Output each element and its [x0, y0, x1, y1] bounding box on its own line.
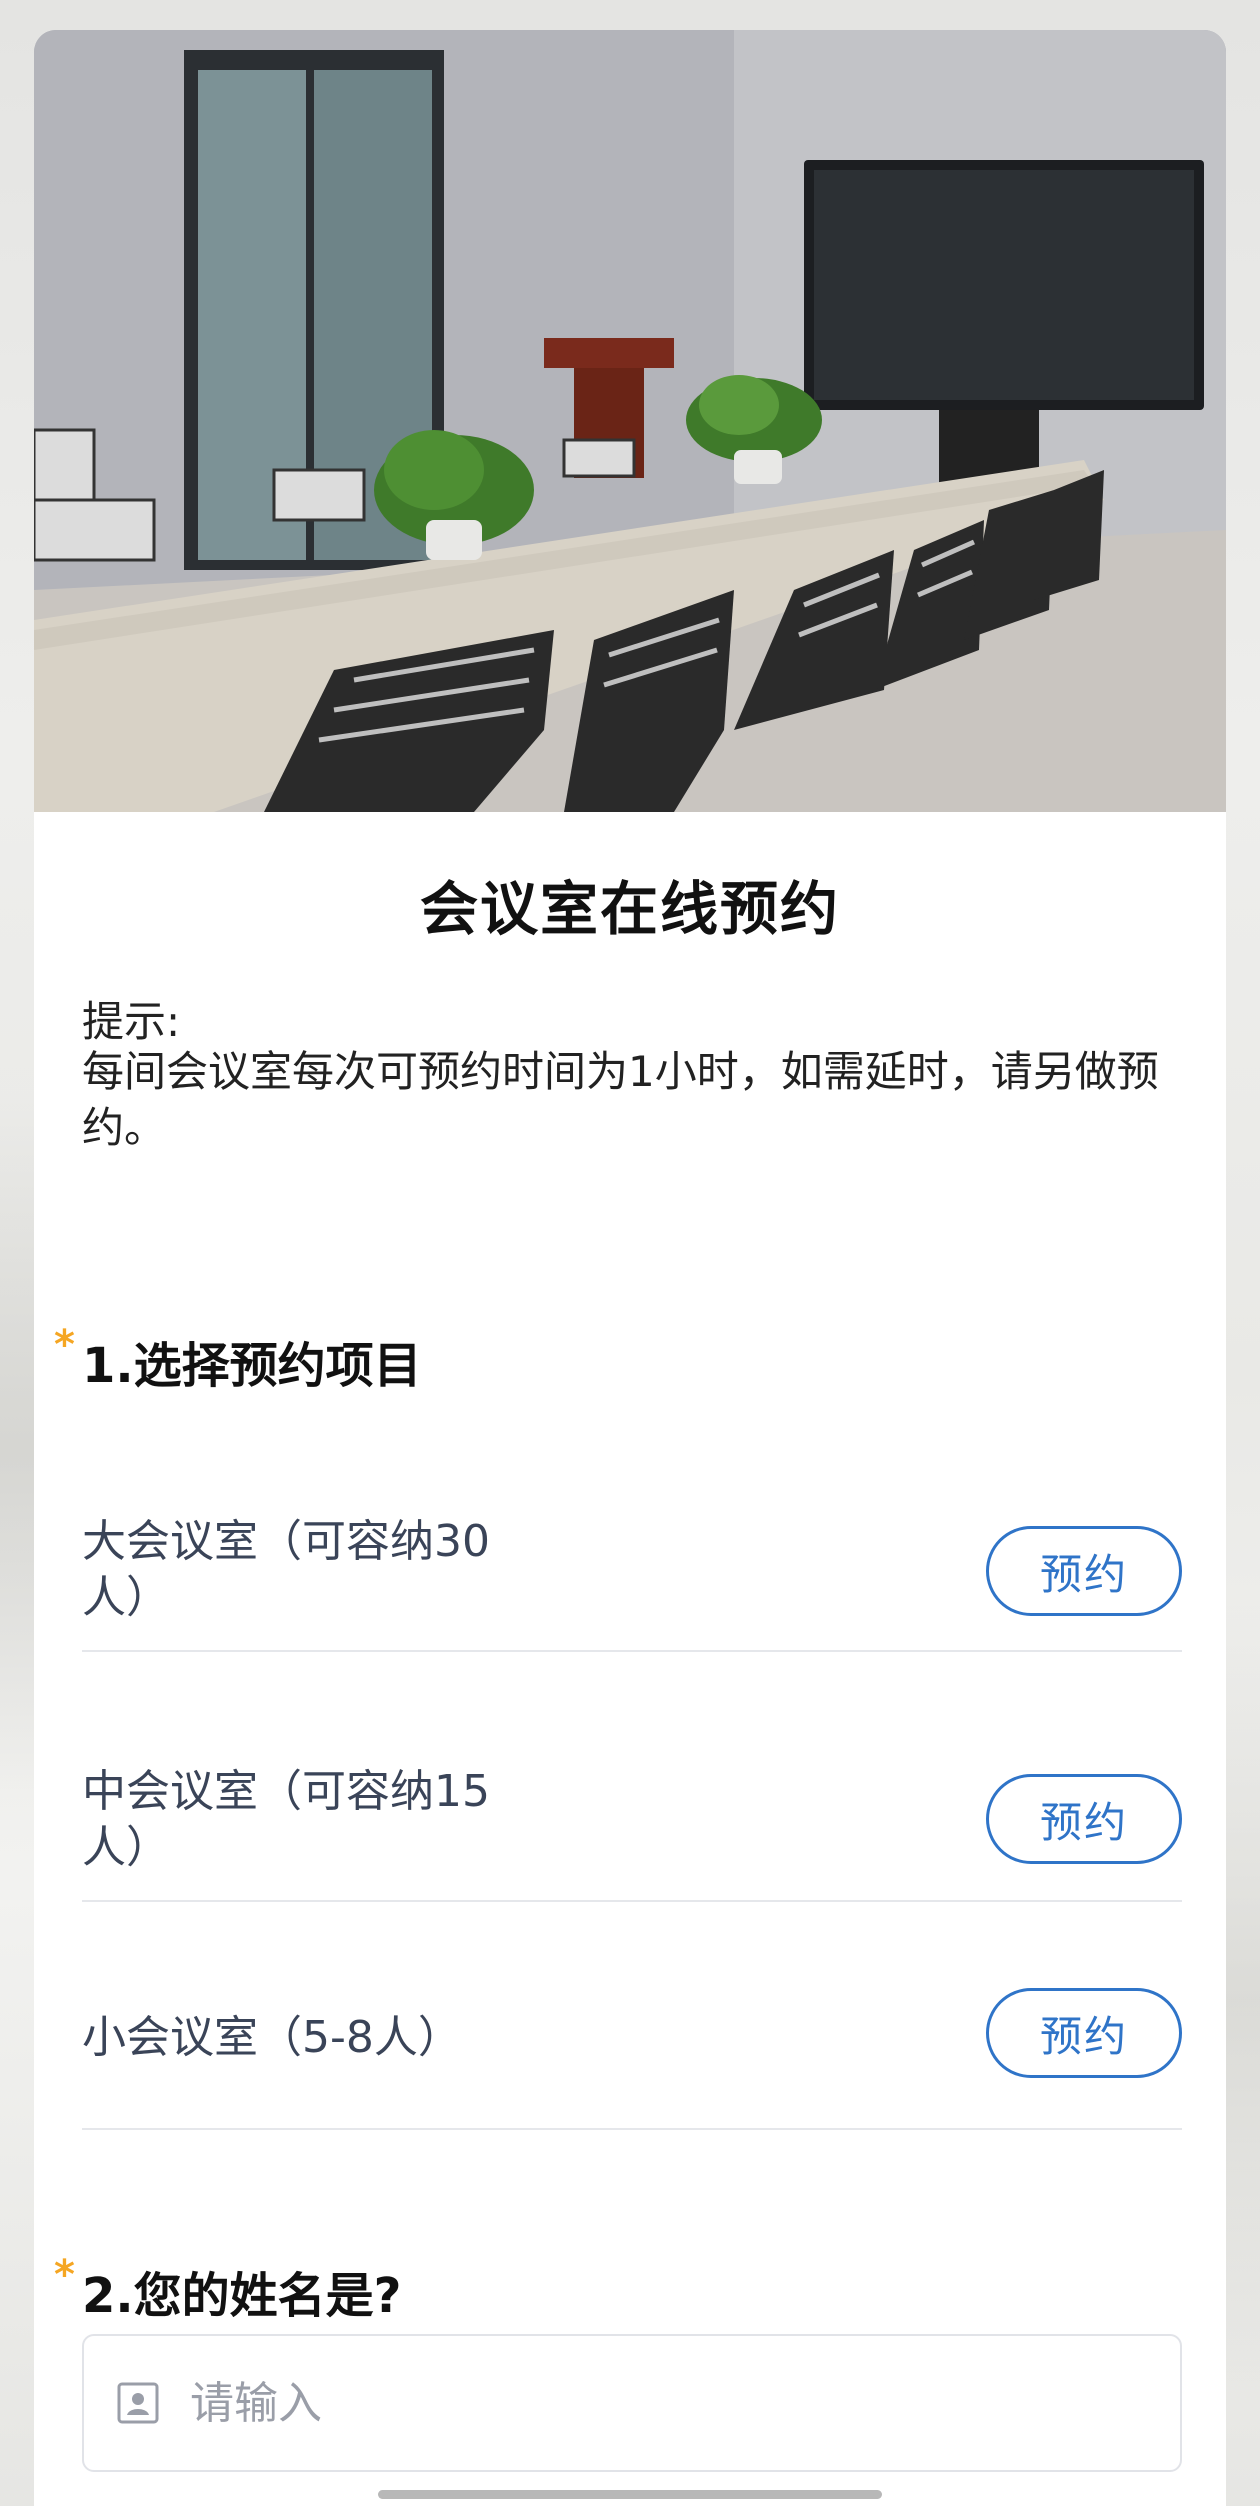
contact-card-icon [117, 2382, 159, 2424]
hint-label: 提示: [82, 997, 181, 1046]
meeting-room-photo [34, 30, 1226, 812]
page-title: 会议室在线预约 [419, 875, 840, 943]
name-input[interactable] [188, 2376, 1092, 2430]
option-small-room: 小会议室（5-8人） 预约 [82, 1966, 1182, 2116]
divider [82, 1650, 1182, 1652]
required-asterisk: * [54, 1322, 75, 1368]
required-asterisk: * [54, 2252, 75, 2298]
option-large-room: 大会议室（可容纳30人） 预约 [82, 1474, 1182, 1624]
home-indicator [378, 2490, 882, 2499]
option-label: 小会议室（5-8人） [82, 2012, 462, 2063]
form-card: 会议室在线预约 提示: 每间会议室每次可预约时间为1小时，如需延时，请另做预约。… [34, 30, 1226, 2506]
hint-text: 每间会议室每次可预约时间为1小时，如需延时，请另做预约。 [82, 1047, 1159, 1152]
divider [82, 1900, 1182, 1902]
option-medium-room: 中会议室（可容纳15人） 预约 [82, 1722, 1182, 1873]
divider [82, 2128, 1182, 2130]
question-1-title: 1.选择预约项目 [82, 1338, 422, 1394]
book-large-room-button[interactable]: 预约 [986, 1526, 1182, 1616]
background-decoration [1220, 1600, 1260, 2400]
option-label: 大会议室（可容纳30人） [82, 1516, 490, 1623]
name-input-field[interactable] [82, 2334, 1182, 2472]
book-small-room-button[interactable]: 预约 [986, 1988, 1182, 2078]
book-medium-room-button[interactable]: 预约 [986, 1774, 1182, 1864]
option-label: 中会议室（可容纳15人） [82, 1766, 490, 1873]
question-2-title: 2.您的姓名是? [82, 2268, 402, 2324]
